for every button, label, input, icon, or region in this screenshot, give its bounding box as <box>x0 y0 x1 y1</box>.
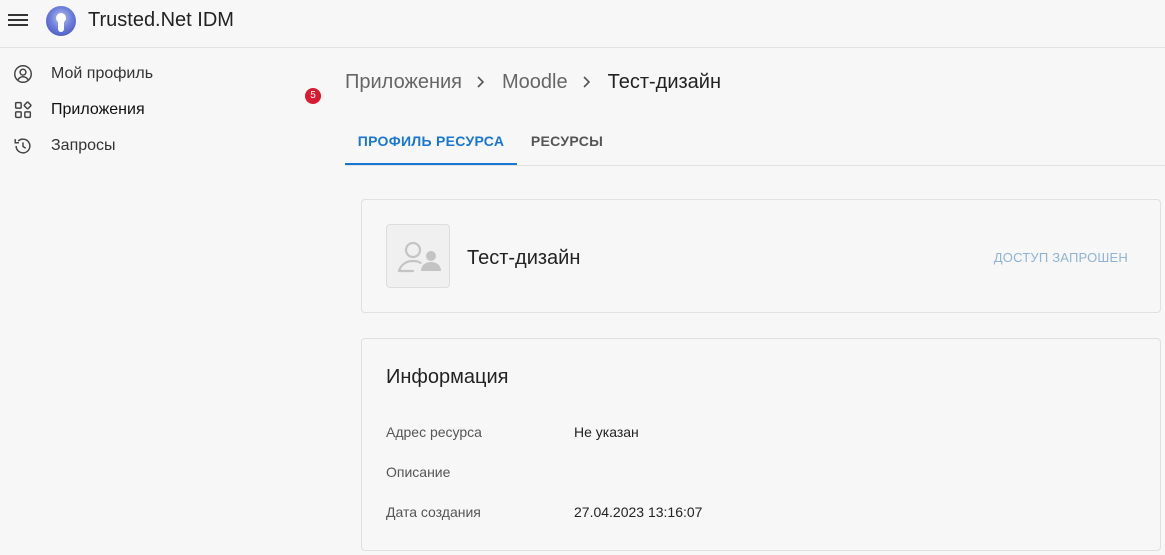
breadcrumb-current: Тест-дизайн <box>607 70 722 93</box>
resource-name: Тест-дизайн <box>467 247 581 269</box>
field-value-address: Не указан <box>574 424 639 440</box>
field-label-created: Дата создания <box>386 504 481 520</box>
field-value-created: 27.04.2023 13:16:07 <box>574 504 703 520</box>
resource-card: Тест-дизайн ДОСТУП ЗАПРОШЕН <box>361 199 1161 313</box>
sidebar-item-applications[interactable]: Приложения <box>0 92 330 128</box>
sidebar-item-my-profile[interactable]: Мой профиль <box>0 56 330 92</box>
breadcrumb: Приложения Moodle Тест-дизайн <box>345 70 721 94</box>
field-label-address: Адрес ресурса <box>386 424 482 440</box>
resource-placeholder-icon <box>386 224 450 288</box>
tab-bar: ПРОФИЛЬ РЕСУРСА РЕСУРСЫ <box>345 117 1165 166</box>
chevron-right-icon <box>462 70 502 94</box>
hamburger-menu-icon[interactable] <box>8 12 28 28</box>
requests-count-badge: 5 <box>305 88 321 104</box>
account-circle-icon <box>14 65 32 83</box>
tab-resources[interactable]: РЕСУРСЫ <box>517 117 617 165</box>
app-title: Trusted.Net IDM <box>88 9 234 31</box>
info-card: Информация Адрес ресурса Не указан Описа… <box>361 338 1161 551</box>
sidebar-item-label: Мой профиль <box>51 65 154 82</box>
app-header: Trusted.Net IDM <box>0 0 1165 48</box>
sidebar: Мой профиль Приложения Запросы <box>0 49 330 555</box>
sidebar-item-label: Запросы <box>51 137 116 154</box>
info-title: Информация <box>386 366 509 388</box>
sidebar-item-requests[interactable]: Запросы <box>0 128 330 164</box>
apps-grid-icon <box>14 101 32 119</box>
breadcrumb-applications[interactable]: Приложения <box>345 71 462 94</box>
sidebar-item-label: Приложения <box>51 101 145 118</box>
history-icon <box>14 138 31 154</box>
trusted-net-logo <box>46 6 76 36</box>
tab-resource-profile[interactable]: ПРОФИЛЬ РЕСУРСА <box>345 117 517 165</box>
breadcrumb-moodle[interactable]: Moodle <box>502 71 568 94</box>
field-label-description: Описание <box>386 464 451 480</box>
chevron-right-icon <box>568 70 608 94</box>
access-status-label: ДОСТУП ЗАПРОШЕН <box>993 250 1128 265</box>
